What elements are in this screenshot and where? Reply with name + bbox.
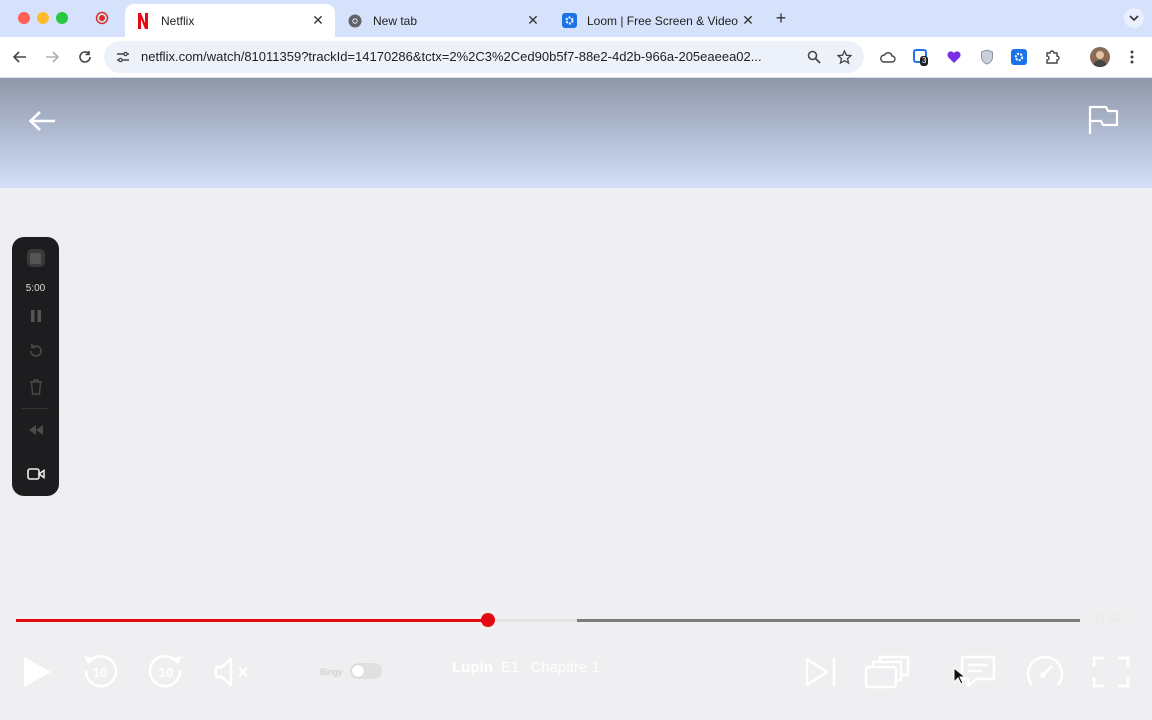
next-episode-icon[interactable]: [802, 654, 840, 690]
window-zoom-button[interactable]: [56, 12, 68, 24]
extensions-puzzle-icon[interactable]: [1043, 48, 1061, 66]
bingy-toggle-label: Bingy: [320, 667, 343, 677]
extension-badge-count: 3: [920, 56, 929, 66]
tab-title: New tab: [373, 13, 418, 28]
tab-close-icon[interactable]: ✕: [309, 12, 327, 29]
recording-timer: 5:00: [25, 282, 46, 294]
collapse-rewind-icon[interactable]: [12, 421, 59, 439]
zoom-magnifier-icon[interactable]: [806, 49, 822, 65]
netflix-logo-icon: [135, 12, 151, 29]
url-text: netflix.com/watch/81011359?trackId=14170…: [141, 49, 762, 64]
browser-tab-strip: Netflix ✕ New tab ✕ Loom | Free Screen &…: [0, 0, 1152, 37]
back-arrow-icon[interactable]: [10, 47, 30, 67]
camera-toggle-icon[interactable]: [12, 465, 59, 483]
video-player[interactable]: 5:00 27:02 10 10 Bingy Lupin E1 Chapitre…: [0, 78, 1152, 720]
skip-back-seconds: 10: [92, 664, 108, 680]
loom-extension-icon[interactable]: [1010, 48, 1028, 66]
tab-loom[interactable]: Loom | Free Screen & Video R ✕: [551, 4, 765, 37]
playback-speed-icon[interactable]: [1024, 652, 1066, 692]
forward-arrow-icon[interactable]: [42, 47, 62, 67]
toolbar-divider: [22, 408, 49, 409]
report-problem-flag-icon[interactable]: [1085, 103, 1121, 137]
extension-with-badge-icon[interactable]: 3: [912, 48, 930, 66]
tab-title: Loom | Free Screen & Video R: [587, 13, 739, 28]
fullscreen-icon[interactable]: [1090, 654, 1132, 690]
heart-extension-icon[interactable]: [945, 48, 963, 66]
tab-title: Netflix: [161, 13, 195, 28]
browser-toolbar: netflix.com/watch/81011359?trackId=14170…: [0, 37, 1152, 78]
played-range: [16, 619, 489, 622]
shield-extension-icon[interactable]: [978, 48, 996, 66]
chrome-icon: [347, 13, 363, 29]
record-indicator-icon: [94, 10, 110, 26]
cloud-extension-icon[interactable]: [879, 48, 897, 66]
episodes-list-icon[interactable]: [864, 652, 912, 692]
restart-icon[interactable]: [12, 342, 59, 360]
pause-icon[interactable]: [12, 307, 59, 325]
trash-icon[interactable]: [12, 378, 59, 396]
tab-close-icon[interactable]: ✕: [524, 12, 542, 29]
new-tab-plus-icon[interactable]: +: [772, 8, 790, 28]
tab-netflix[interactable]: Netflix ✕: [125, 4, 335, 37]
show-title: Lupin: [452, 659, 493, 676]
stop-recording-button[interactable]: [12, 247, 59, 269]
back-to-browse-arrow-icon[interactable]: [25, 108, 59, 134]
window-minimize-button[interactable]: [37, 12, 49, 24]
scrubber-handle[interactable]: [481, 613, 496, 627]
episode-number: E1: [501, 659, 520, 676]
bingy-toggle-switch[interactable]: [350, 663, 382, 679]
site-info-icon[interactable]: [116, 50, 130, 64]
playback-progress-bar[interactable]: [16, 613, 1080, 627]
tab-search-chevron-icon[interactable]: [1124, 8, 1144, 28]
bookmark-star-icon[interactable]: [836, 49, 852, 65]
tab-new-tab[interactable]: New tab ✕: [337, 4, 550, 37]
skip-back-button[interactable]: 10: [80, 652, 120, 692]
tab-close-icon[interactable]: ✕: [739, 12, 757, 29]
top-overlay-gradient: [0, 78, 1152, 188]
browser-menu-icon[interactable]: [1123, 48, 1141, 66]
skip-forward-seconds: 10: [158, 664, 174, 680]
loom-recording-toolbar: 5:00: [12, 237, 59, 496]
muted-volume-icon[interactable]: [212, 656, 252, 688]
window-close-button[interactable]: [18, 12, 30, 24]
reload-icon[interactable]: [75, 47, 95, 67]
loom-logo-icon: [561, 13, 577, 29]
mouse-cursor-icon: [953, 667, 965, 685]
skip-forward-button[interactable]: 10: [146, 652, 186, 692]
play-button[interactable]: [20, 654, 54, 690]
episode-title: Chapitre 1: [530, 659, 600, 676]
address-bar[interactable]: netflix.com/watch/81011359?trackId=14170…: [104, 41, 864, 73]
profile-avatar[interactable]: [1090, 47, 1110, 67]
now-playing-title: Lupin E1 Chapitre 1: [452, 659, 600, 676]
time-remaining: 27:02: [1094, 613, 1122, 625]
